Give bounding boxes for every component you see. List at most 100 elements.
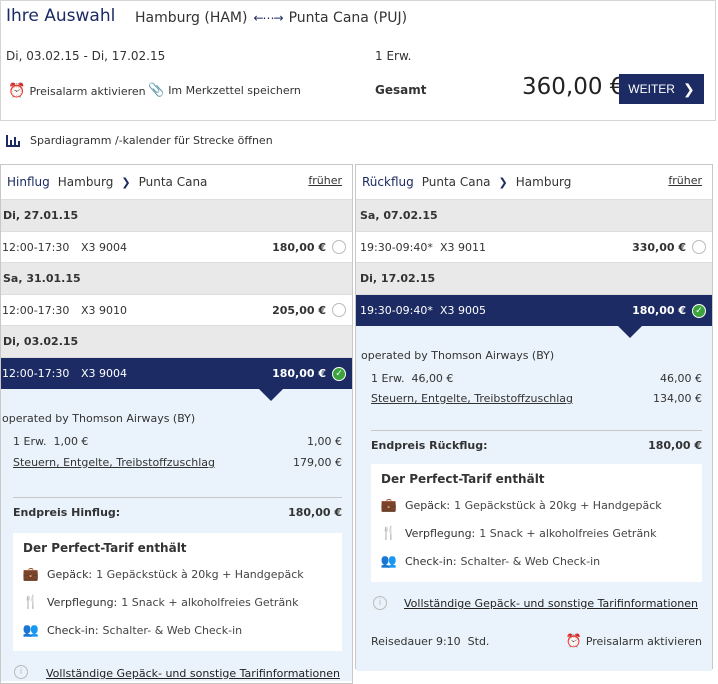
operated-by: operated by Thomson Airways (BY) bbox=[2, 412, 196, 425]
flight-row[interactable]: 12:00-17:30 X3 9010 205,00 € bbox=[1, 295, 352, 326]
baggage-label: Gepäck: bbox=[405, 498, 451, 512]
inbound-end-value: 180,00 € bbox=[648, 439, 702, 452]
tarif-checkin: 👥 Check-in: Schalter- & Web Check-in bbox=[380, 553, 601, 569]
fare-value: 1,00 € bbox=[307, 435, 342, 448]
savings-chart-link[interactable]: Spardiagramm /-kalender für Strecke öffn… bbox=[6, 134, 273, 147]
flight-time: 12:00-17:30 bbox=[2, 367, 70, 380]
day-header: Di, 17.02.15 bbox=[356, 263, 712, 295]
taxes-link[interactable]: Steuern, Entgelte, Treibstoffzuschlag bbox=[371, 392, 573, 405]
flight-number: X3 9010 bbox=[81, 303, 128, 317]
total-label: Gesamt bbox=[375, 83, 427, 97]
inbound-header: Rückflug Punta Cana ❯ Hamburg früher bbox=[356, 165, 712, 200]
tarif-info-link[interactable]: Vollständige Gepäck- und sonstige Tarifi… bbox=[404, 597, 698, 610]
savings-chart-label: Spardiagramm /-kalender für Strecke öffn… bbox=[30, 134, 273, 147]
checkmark-icon: ✓ bbox=[692, 303, 706, 318]
route-to: Punta Cana (PUJ) bbox=[288, 10, 408, 26]
day-header: Sa, 07.02.15 bbox=[356, 200, 712, 232]
meal-value: 1 Snack + alkoholfreies Getränk bbox=[479, 526, 657, 540]
alarm-clock-icon: ⏰ bbox=[8, 83, 26, 99]
outbound-detail: operated by Thomson Airways (BY) 1 Erw. … bbox=[1, 389, 352, 681]
flight-row[interactable]: 12:00-17:30 X3 9004 180,00 € bbox=[1, 232, 352, 263]
flight-number: X3 9005 bbox=[440, 304, 487, 317]
checkin-label: Check-in: bbox=[405, 554, 457, 568]
summary-title: Ihre Auswahl bbox=[6, 6, 116, 26]
tarif-meal: 🍴 Verpflegung: 1 Snack + alkoholfreies G… bbox=[380, 525, 657, 541]
operated-by: operated by Thomson Airways (BY) bbox=[361, 349, 555, 362]
suitcase-icon: 💼 bbox=[380, 497, 398, 513]
chevron-right-icon: ❯ bbox=[498, 175, 508, 189]
tarif-checkin: 👥 Check-in: Schalter- & Web Check-in bbox=[23, 623, 243, 638]
flight-price: 205,00 € bbox=[272, 303, 326, 317]
meal-value: 1 Snack + alkoholfreies Getränk bbox=[121, 595, 299, 609]
flight-row[interactable]: 19:30-09:40* X3 9011 330,00 € bbox=[356, 232, 712, 263]
baggage-label: Gepäck: bbox=[47, 567, 93, 581]
info-icon: i bbox=[14, 665, 28, 679]
tarif-baggage: 💼 Gepäck: 1 Gepäckstück à 20kg + Handgep… bbox=[380, 497, 662, 513]
save-to-list-link[interactable]: 📎 Im Merkzettel speichern bbox=[148, 83, 301, 98]
continue-button[interactable]: WEITER ❯ bbox=[619, 74, 704, 104]
day-header: Sa, 31.01.15 bbox=[1, 263, 352, 295]
flight-row-selected[interactable]: 19:30-09:40* X3 9005 180,00 € ✓ bbox=[356, 295, 712, 326]
suitcase-icon: 💼 bbox=[22, 566, 40, 582]
price-alarm-label: Preisalarm aktivieren bbox=[29, 84, 146, 98]
tarif-title: Der Perfect-Tarif enthält bbox=[23, 541, 187, 555]
checkin-people-icon: 👥 bbox=[380, 553, 398, 569]
flight-radio[interactable] bbox=[692, 240, 706, 254]
outbound-header: Hinflug Hamburg ❯ Punta Cana früher bbox=[1, 165, 352, 200]
outbound-column: Hinflug Hamburg ❯ Punta Cana früher Di, … bbox=[0, 164, 353, 684]
cutlery-icon: 🍴 bbox=[22, 594, 40, 610]
flight-number: X3 9004 bbox=[81, 240, 128, 254]
selection-pointer bbox=[259, 389, 283, 401]
tarif-baggage: 💼 Gepäck: 1 Gepäckstück à 20kg + Handgep… bbox=[22, 566, 304, 582]
flight-radio[interactable] bbox=[332, 303, 346, 317]
meal-label: Verpflegung: bbox=[47, 595, 118, 609]
outbound-end-label: Endpreis Hinflug: bbox=[13, 506, 121, 519]
flight-time: 19:30-09:40* bbox=[360, 240, 433, 254]
summary-route: Hamburg (HAM) ←⋯→ Punta Cana (PUJ) bbox=[135, 10, 407, 26]
alarm-clock-icon: ⏰ bbox=[565, 634, 582, 649]
fare-label: 1 Erw. 46,00 € bbox=[371, 372, 454, 385]
inbound-earlier-link[interactable]: früher bbox=[668, 174, 702, 187]
divider bbox=[13, 497, 342, 498]
flight-price: 180,00 € bbox=[272, 240, 326, 254]
inbound-from: Punta Cana bbox=[421, 175, 491, 189]
total-price: 360,00 € bbox=[522, 74, 625, 100]
inbound-label: Rückflug bbox=[362, 175, 414, 189]
flight-time: 19:30-09:40* bbox=[360, 304, 433, 317]
checkin-value: Schalter- & Web Check-in bbox=[460, 554, 601, 568]
info-icon: i bbox=[373, 596, 387, 610]
fare-label: 1 Erw. 1,00 € bbox=[13, 435, 89, 448]
route-from: Hamburg (HAM) bbox=[135, 10, 248, 26]
flight-row-selected[interactable]: 12:00-17:30 X3 9004 180,00 € ✓ bbox=[1, 358, 352, 389]
save-to-list-label: Im Merkzettel speichern bbox=[168, 84, 301, 97]
flight-number: X3 9004 bbox=[81, 367, 128, 380]
cutlery-icon: 🍴 bbox=[380, 525, 398, 541]
flight-price: 330,00 € bbox=[632, 240, 686, 254]
tarif-box: Der Perfect-Tarif enthält 💼 Gepäck: 1 Ge… bbox=[13, 533, 342, 651]
meal-label: Verpflegung: bbox=[405, 526, 476, 540]
outbound-label: Hinflug bbox=[7, 175, 50, 189]
checkin-value: Schalter- & Web Check-in bbox=[102, 623, 243, 637]
outbound-end-value: 180,00 € bbox=[288, 506, 342, 519]
checkin-label: Check-in: bbox=[47, 623, 99, 637]
outbound-to: Punta Cana bbox=[138, 175, 208, 189]
outbound-earlier-link[interactable]: früher bbox=[308, 174, 342, 187]
tarif-box: Der Perfect-Tarif enthält 💼 Gepäck: 1 Ge… bbox=[371, 464, 702, 582]
tarif-meal: 🍴 Verpflegung: 1 Snack + alkoholfreies G… bbox=[22, 594, 299, 610]
divider bbox=[371, 430, 702, 431]
tarif-info-link[interactable]: Vollständige Gepäck- und sonstige Tarifi… bbox=[46, 667, 340, 680]
continue-label: WEITER bbox=[628, 82, 675, 96]
selection-pointer bbox=[618, 326, 642, 338]
flight-time: 12:00-17:30 bbox=[2, 303, 70, 317]
baggage-value: 1 Gepäckstück à 20kg + Handgepäck bbox=[96, 567, 304, 581]
roundtrip-icon: ←⋯→ bbox=[253, 11, 283, 25]
checkmark-icon: ✓ bbox=[332, 366, 346, 381]
inbound-price-alarm-label: Preisalarm aktivieren bbox=[585, 635, 702, 648]
flight-time: 12:00-17:30 bbox=[2, 240, 70, 254]
taxes-link[interactable]: Steuern, Entgelte, Treibstoffzuschlag bbox=[13, 456, 215, 469]
baggage-value: 1 Gepäckstück à 20kg + Handgepäck bbox=[454, 498, 662, 512]
flight-radio[interactable] bbox=[332, 240, 346, 254]
inbound-to: Hamburg bbox=[515, 175, 572, 189]
inbound-price-alarm[interactable]: ⏰ Preisalarm aktivieren bbox=[566, 634, 702, 649]
price-alarm-link[interactable]: ⏰ Preisalarm aktivieren bbox=[8, 83, 146, 99]
